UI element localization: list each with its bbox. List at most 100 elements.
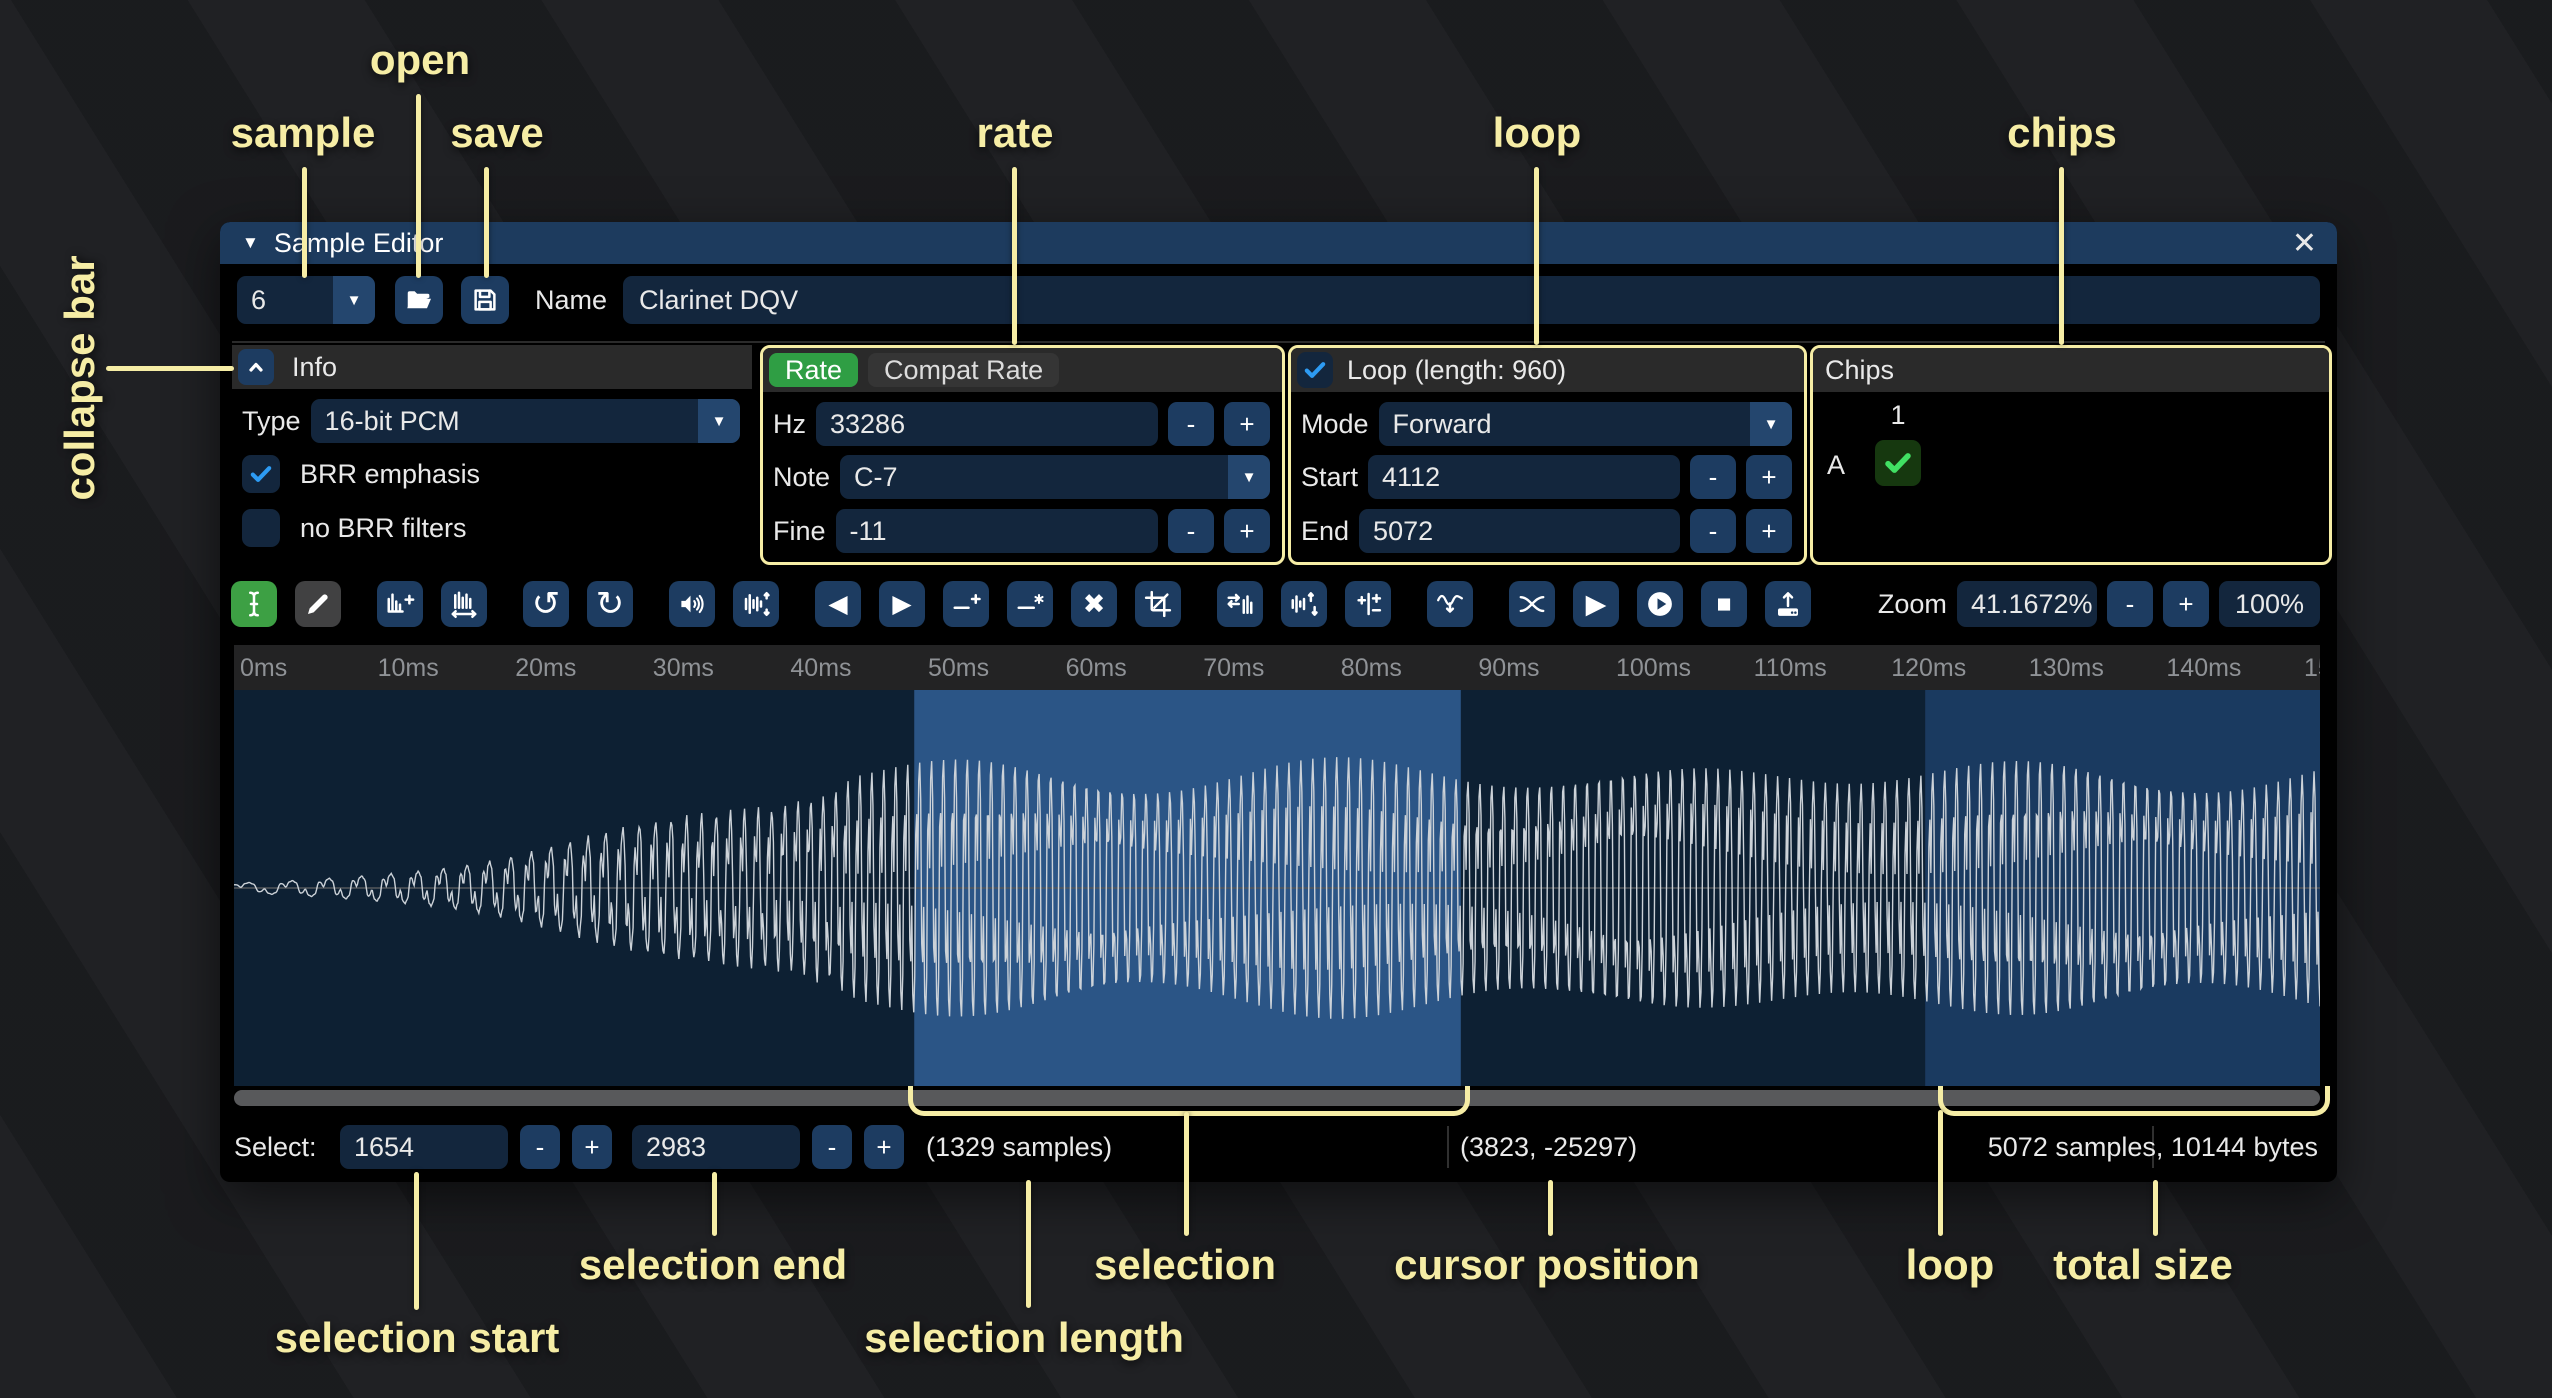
annotation-sample: sample — [231, 109, 376, 157]
annotation-rate: rate — [976, 109, 1053, 157]
annotation-loop-top: loop — [1493, 109, 1582, 157]
stop-preview-button[interactable]: ■ — [1701, 581, 1747, 627]
insert-silence-button[interactable] — [943, 581, 989, 627]
check-icon — [247, 460, 275, 488]
resize-button[interactable] — [377, 581, 423, 627]
selection-length-text: (1329 samples) — [926, 1125, 1112, 1169]
selection-start-value: 1654 — [354, 1132, 414, 1163]
loop-checkbox[interactable] — [1297, 352, 1333, 388]
loop-start-minus-button[interactable]: - — [1690, 455, 1736, 499]
collapse-bar-button[interactable] — [238, 349, 274, 385]
waveform-plus-icon — [385, 589, 415, 619]
pencil-icon — [303, 589, 333, 619]
ruler[interactable]: 0ms10ms20ms30ms40ms50ms60ms70ms80ms90ms1… — [234, 645, 2320, 690]
mode-combo[interactable]: Forward ▼ — [1379, 402, 1792, 446]
selection-end-plus-button[interactable]: + — [864, 1125, 904, 1169]
chevron-down-icon[interactable]: ▼ — [333, 276, 375, 324]
annotation-chips: chips — [2007, 109, 2117, 157]
ruler-tick-label: 80ms — [1341, 654, 1402, 683]
sample-select-combo[interactable]: 6 ▼ — [237, 276, 375, 324]
chip-enable-checkbox[interactable] — [1875, 440, 1921, 486]
chevron-down-icon[interactable]: ▼ — [1228, 455, 1270, 499]
annotation-selection-start: selection start — [275, 1314, 560, 1362]
check-icon — [1881, 446, 1915, 480]
zoom-in-button[interactable]: + — [2163, 581, 2209, 627]
undo-button[interactable]: ↺ — [523, 581, 569, 627]
selection-end-input[interactable]: 2983 — [632, 1125, 800, 1169]
zoom-out-button[interactable]: - — [2107, 581, 2153, 627]
redo-button[interactable]: ↻ — [587, 581, 633, 627]
selection-end-minus-button[interactable]: - — [812, 1125, 852, 1169]
tab-compat-rate[interactable]: Compat Rate — [868, 353, 1059, 387]
invert-button[interactable] — [1281, 581, 1327, 627]
annotation-collapse-bar: collapse bar — [56, 255, 104, 500]
rate-panel: Rate Compat Rate Hz 33286 - + Note C-7 ▼… — [760, 345, 1285, 565]
note-combo[interactable]: C-7 ▼ — [840, 455, 1270, 499]
open-sample-button[interactable] — [395, 276, 443, 324]
ruler-tick-label: 70ms — [1203, 654, 1264, 683]
reverse-button[interactable] — [1217, 581, 1263, 627]
rate-header: Rate Compat Rate — [763, 348, 1282, 392]
loop-end-minus-button[interactable]: - — [1690, 509, 1736, 553]
apply-silence-button[interactable] — [1007, 581, 1053, 627]
resample-button[interactable] — [441, 581, 487, 627]
type-combo[interactable]: 16-bit PCM ▼ — [311, 399, 740, 443]
hz-plus-button[interactable]: + — [1224, 402, 1270, 446]
note-label: Note — [773, 462, 830, 493]
status-bar: Select: 1654 - + 2983 - + (1329 samples)… — [220, 1112, 2337, 1182]
selection-start-minus-button[interactable]: - — [520, 1125, 560, 1169]
close-icon[interactable]: ✕ — [2292, 226, 2317, 261]
fade-out-button[interactable]: ▶ — [879, 581, 925, 627]
waveform-display[interactable] — [234, 690, 2320, 1086]
info-header: Info — [232, 345, 752, 389]
save-sample-button[interactable] — [461, 276, 509, 324]
play-preview-button[interactable]: ▶ — [1573, 581, 1619, 627]
normalize-button[interactable] — [733, 581, 779, 627]
import-icon — [1773, 589, 1803, 619]
trim-button[interactable] — [1135, 581, 1181, 627]
fine-plus-button[interactable]: + — [1224, 509, 1270, 553]
hz-input[interactable]: 33286 — [816, 402, 1158, 446]
loop-end-value: 5072 — [1373, 516, 1433, 547]
zoom-reset-button[interactable]: 100% — [2219, 581, 2320, 627]
hz-minus-button[interactable]: - — [1168, 402, 1214, 446]
no-brr-filters-checkbox[interactable] — [242, 509, 280, 547]
title-bar[interactable]: ▼ Sample Editor ✕ — [220, 222, 2337, 264]
sample-index: 6 — [237, 276, 333, 324]
edit-mode-draw-button[interactable] — [295, 581, 341, 627]
loop-start-input[interactable]: 4112 — [1368, 455, 1680, 499]
chevron-down-icon[interactable]: ▼ — [1750, 402, 1792, 446]
annotation-selection-length: selection length — [864, 1314, 1184, 1362]
tab-rate[interactable]: Rate — [769, 353, 858, 387]
annotation-bracket-selection — [908, 1086, 1470, 1116]
name-input[interactable]: Clarinet DQV — [623, 276, 2320, 324]
import-button[interactable] — [1765, 581, 1811, 627]
play-sample-button[interactable] — [1637, 581, 1683, 627]
amplify-button[interactable] — [669, 581, 715, 627]
loop-end-input[interactable]: 5072 — [1359, 509, 1680, 553]
filter-button[interactable] — [1427, 581, 1473, 627]
crossfade-button[interactable] — [1509, 581, 1555, 627]
zoom-input[interactable]: 41.1672% — [1957, 581, 2097, 627]
brr-emphasis-checkbox[interactable] — [242, 455, 280, 493]
zoom-label: Zoom — [1878, 589, 1947, 620]
loop-start-plus-button[interactable]: + — [1746, 455, 1792, 499]
fine-minus-button[interactable]: - — [1168, 509, 1214, 553]
adjust-sign-button[interactable] — [1345, 581, 1391, 627]
mode-row: Mode Forward ▼ — [1301, 402, 1792, 446]
annotation-line-sample — [302, 167, 307, 278]
selection-start-input[interactable]: 1654 — [340, 1125, 508, 1169]
ruler-tick-label: 130ms — [2029, 654, 2104, 683]
annotation-selection-end: selection end — [579, 1241, 847, 1289]
collapse-triangle-icon[interactable]: ▼ — [242, 233, 259, 253]
selection-start-plus-button[interactable]: + — [572, 1125, 612, 1169]
edit-mode-select-button[interactable] — [231, 581, 277, 627]
delete-button[interactable]: ✖ — [1071, 581, 1117, 627]
loop-end-plus-button[interactable]: + — [1746, 509, 1792, 553]
annotation-line-selection-length — [1026, 1180, 1031, 1308]
info-title: Info — [292, 352, 337, 383]
fade-in-button[interactable]: ◀ — [815, 581, 861, 627]
crop-icon — [1143, 589, 1173, 619]
fine-input[interactable]: -11 — [836, 509, 1158, 553]
chevron-down-icon[interactable]: ▼ — [698, 399, 740, 443]
